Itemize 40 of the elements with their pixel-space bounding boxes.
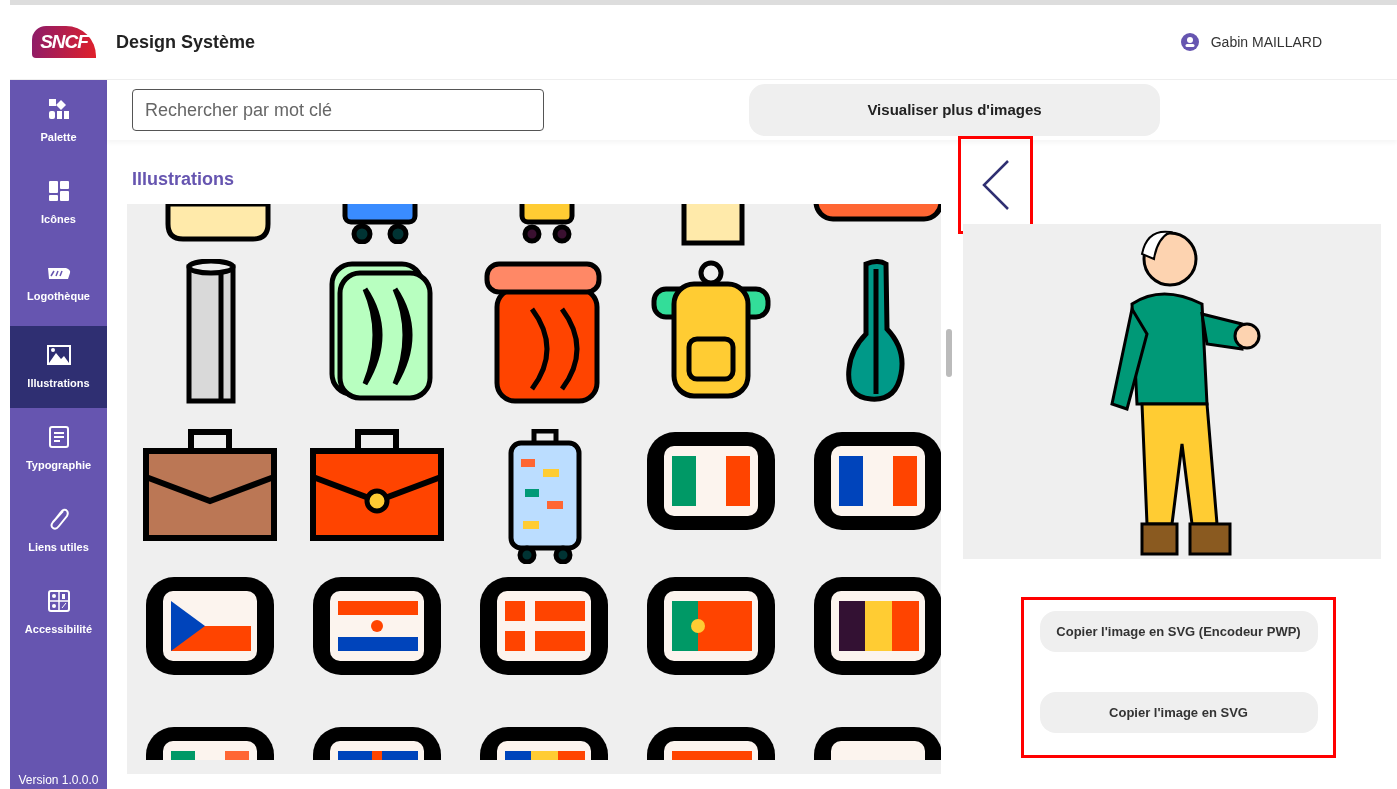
belgium-flag-drawing[interactable] [811,574,942,678]
scrollbar-thumb[interactable] [946,329,952,377]
czech-flag-drawing[interactable] [143,574,277,678]
user-avatar-icon [1180,33,1199,51]
sidebar-item[interactable]: Icônes [10,162,107,244]
sidebar-item[interactable]: Palette [10,80,107,162]
sidebar-item[interactable]: Logothèque [10,244,107,326]
briefcase-drawing[interactable] [310,429,444,541]
flag-drawing[interactable] [310,724,444,760]
flag-drawing[interactable] [477,724,611,760]
logo: SNCF [32,26,96,58]
briefcase-drawing[interactable] [143,429,277,541]
back-chevron-icon[interactable] [980,159,1011,211]
sidebar-item[interactable]: Illustrations [10,326,107,408]
italy-flag-drawing[interactable] [644,429,778,533]
grid-icon [46,178,71,203]
flag-drawing[interactable] [811,724,942,760]
flag-drawing[interactable] [143,724,277,760]
section-title: Illustrations [131,168,235,191]
document-icon [46,424,71,449]
version-label: Version 1.0.0.0 [17,772,100,789]
logo-icon [46,265,71,280]
app-title: Design Système [116,30,256,54]
sidebar-item[interactable]: Liens utiles [10,490,107,572]
more-images-button[interactable]: Visualiser plus d'images [749,84,1160,136]
flag-drawing[interactable] [644,724,778,760]
flag-drawing[interactable] [310,574,444,678]
shapes-icon [46,96,71,121]
flag-drawing[interactable] [477,574,611,678]
portugal-flag-drawing[interactable] [644,574,778,678]
image-icon [46,342,71,367]
sidebar-item[interactable]: Typographie [10,408,107,490]
search-field[interactable]: Rechercher par mot clé [132,89,544,131]
france-flag-drawing[interactable] [811,429,942,533]
bag-drawing[interactable] [811,204,942,224]
user-name: Gabin MAILLARD [1210,32,1322,52]
sidebar-item[interactable]: Accessibilité [10,572,107,654]
accessibility-icon [46,588,71,613]
copy-svg-button[interactable]: Copier l'image en SVG (Encodeur PWP) [1039,611,1318,652]
copy-svg-button[interactable]: Copier l'image en SVG [1039,692,1318,733]
